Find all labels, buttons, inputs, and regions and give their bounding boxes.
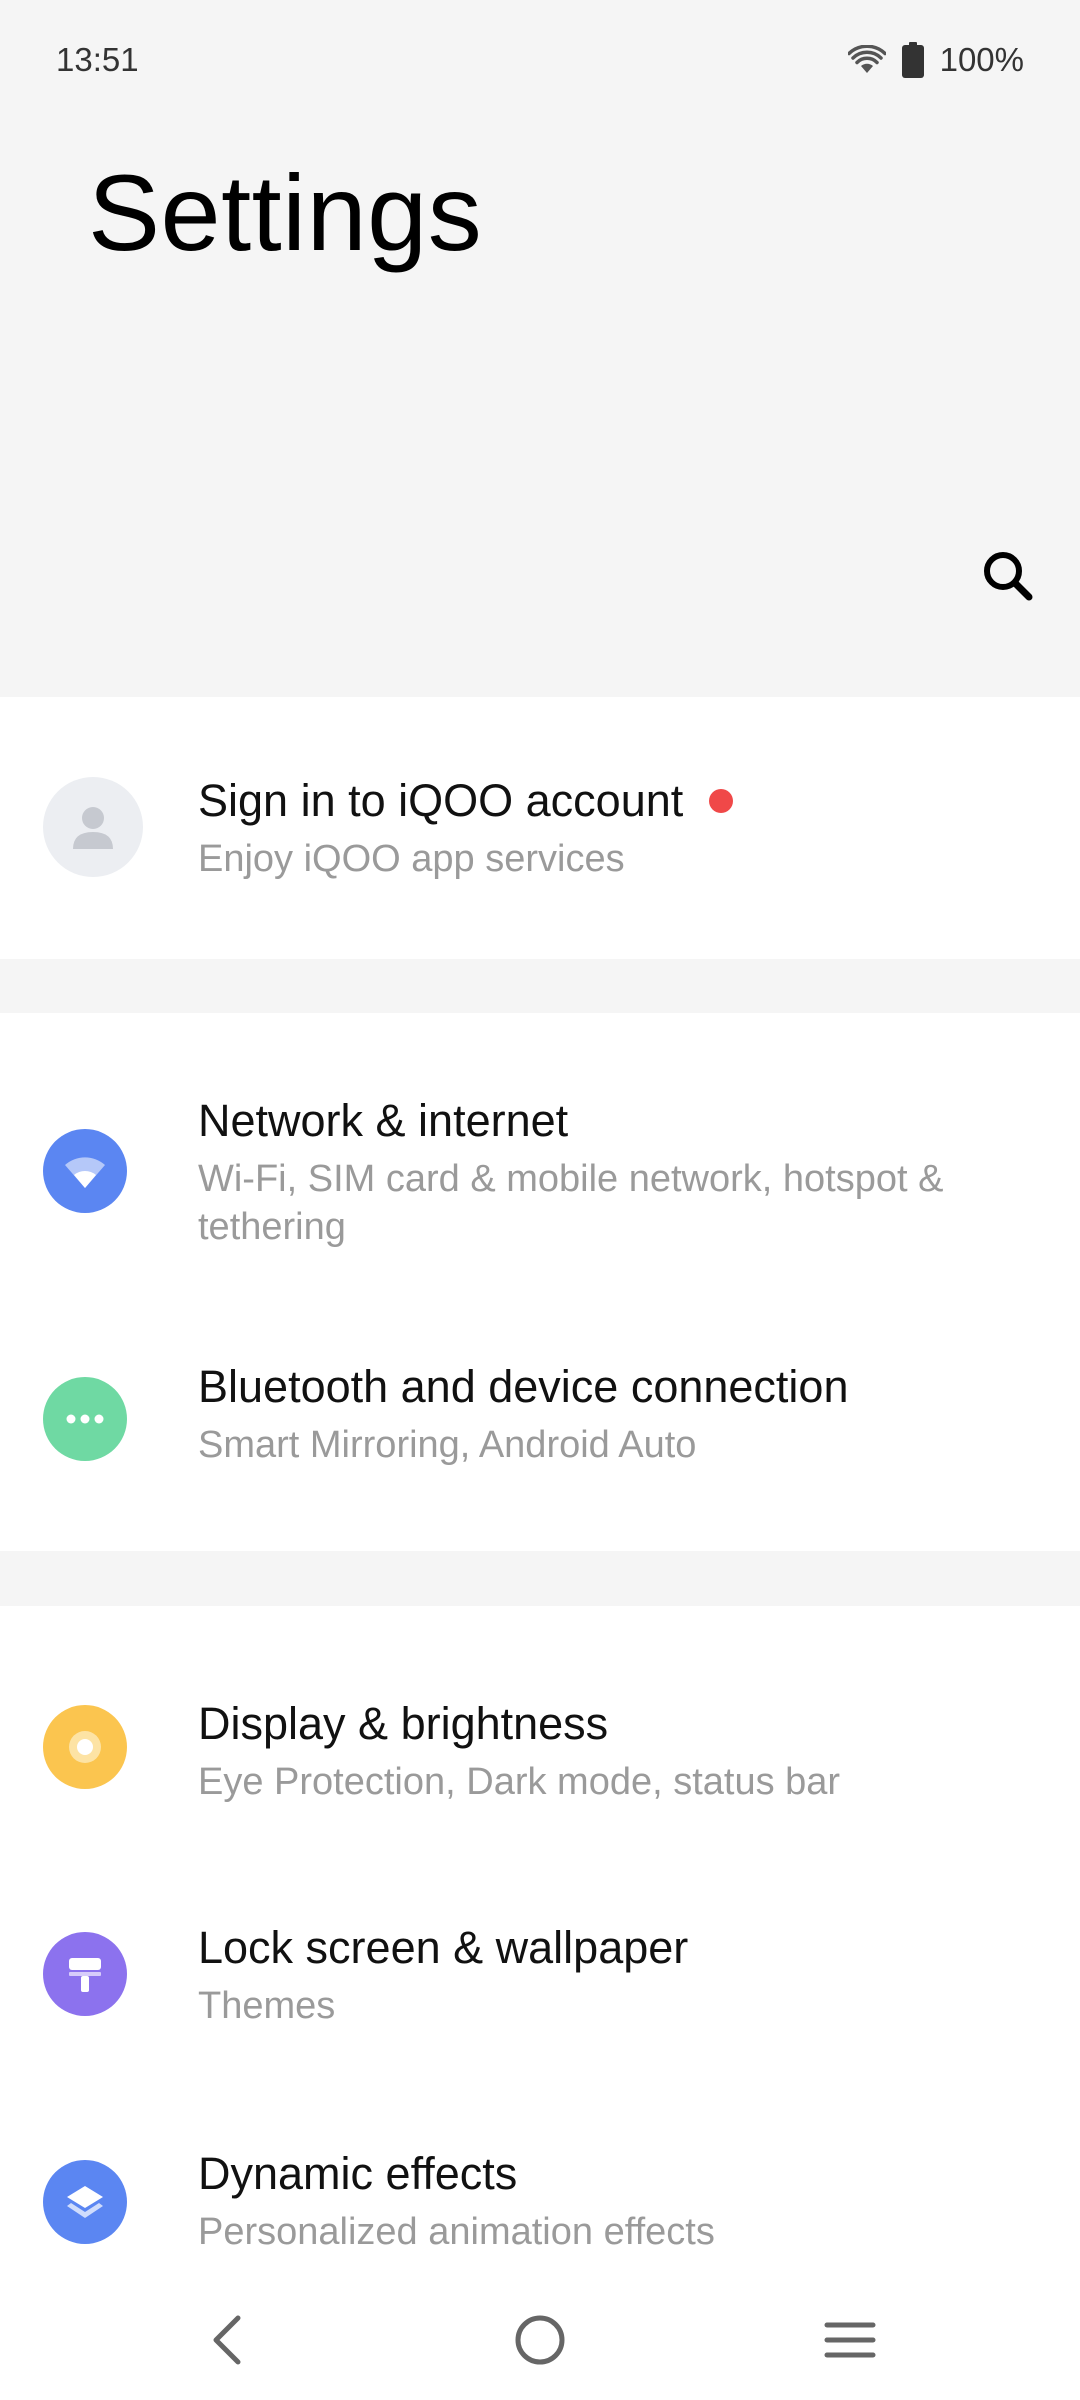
account-title: Sign in to iQOO account [198,775,684,826]
home-button[interactable] [490,2290,590,2390]
back-icon [213,2315,241,2365]
battery-icon [901,42,924,78]
wifi-icon [847,45,886,75]
status-bar: 13:51 100% [0,0,1080,120]
lockscreen-subtitle: Themes [198,1985,336,2027]
avatar-icon [73,807,113,849]
page-title: Settings [88,152,483,273]
display-icon-badge [43,1705,127,1789]
navigation-bar [0,2270,1080,2400]
wifi-icon [65,1157,105,1188]
dynamic-effects-icon-badge [43,2160,127,2244]
brightness-icon [69,1731,101,1763]
account-row[interactable]: Sign in to iQOO account Enjoy iQOO app s… [0,697,1080,959]
account-text: Sign in to iQOO account Enjoy iQOO app s… [198,773,1040,883]
dynamic-effects-subtitle: Personalized animation effects [198,2211,715,2253]
account-subtitle: Enjoy iQOO app services [198,838,625,880]
display-subtitle: Eye Protection, Dark mode, status bar [198,1761,841,1803]
search-button[interactable] [972,540,1044,612]
settings-item-display[interactable]: Display & brightness Eye Protection, Dar… [0,1606,1080,1846]
dots-icon [66,1414,104,1424]
personalization-card: Display & brightness Eye Protection, Dar… [0,1606,1080,2270]
search-icon [984,552,1033,601]
avatar [43,777,143,877]
menu-button[interactable] [800,2290,900,2390]
menu-icon [824,2322,876,2358]
back-button[interactable] [178,2290,278,2390]
brush-icon [69,1958,101,1992]
header: Settings [0,120,1080,696]
display-title: Display & brightness [198,1698,609,1749]
settings-item-network[interactable]: Network & internet Wi-Fi, SIM card & mob… [0,1013,1080,1303]
home-icon [515,2315,565,2365]
network-icon-badge [43,1129,127,1213]
lockscreen-title: Lock screen & wallpaper [198,1922,689,1973]
settings-item-dynamic-effects[interactable]: Dynamic effects Personalized animation e… [0,2072,1080,2270]
account-card: Sign in to iQOO account Enjoy iQOO app s… [0,697,1080,959]
connectivity-card: Network & internet Wi-Fi, SIM card & mob… [0,1013,1080,1551]
notification-dot [709,789,734,813]
settings-item-bluetooth[interactable]: Bluetooth and device connection Smart Mi… [0,1303,1080,1551]
bluetooth-title: Bluetooth and device connection [198,1361,849,1412]
layers-icon [67,2186,103,2218]
status-time: 13:51 [56,41,139,78]
network-subtitle: Wi-Fi, SIM card & mobile network, hotspo… [198,1158,944,1248]
battery-percent: 100% [939,41,1024,78]
settings-item-lockscreen[interactable]: Lock screen & wallpaper Themes [0,1846,1080,2072]
lockscreen-icon-badge [43,1932,127,2016]
network-title: Network & internet [198,1095,569,1146]
bluetooth-subtitle: Smart Mirroring, Android Auto [198,1424,697,1466]
bluetooth-icon-badge [43,1377,127,1461]
status-icons: 100% [847,41,1024,79]
dynamic-effects-title: Dynamic effects [198,2148,518,2199]
